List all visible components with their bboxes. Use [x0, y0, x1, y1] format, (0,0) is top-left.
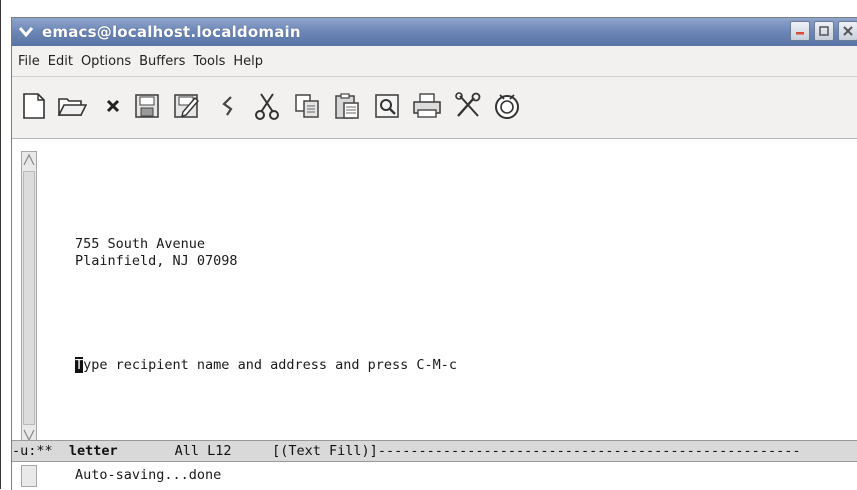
- maximize-button[interactable]: [814, 21, 834, 41]
- mode-line: -u:** letter All L12 [(Text Fill)]------…: [12, 440, 857, 462]
- text-line: ype recipient name and address and press…: [83, 357, 458, 373]
- print-icon: [413, 93, 441, 118]
- modeline-gap: [118, 443, 175, 459]
- close-buffer-icon: [106, 99, 120, 113]
- minibuffer[interactable]: Auto-saving...done: [12, 463, 857, 490]
- save-as-icon: [174, 94, 199, 118]
- print-button[interactable]: [412, 91, 442, 121]
- close-button[interactable]: [838, 21, 857, 41]
- new-file-button[interactable]: [19, 91, 49, 121]
- text-cursor: T: [75, 357, 84, 373]
- copy-icon: [295, 94, 319, 118]
- buffer-name: letter: [68, 443, 118, 459]
- window-controls: [790, 21, 857, 41]
- modeline-prefix: -u:**: [12, 443, 69, 459]
- paste-icon: [335, 93, 359, 119]
- minibuffer-scrollbar[interactable]: [21, 465, 37, 487]
- info-button[interactable]: [492, 91, 522, 121]
- modeline-gap: [232, 443, 273, 459]
- chevron-down-icon: [18, 27, 34, 38]
- title-bar[interactable]: emacs@localhost.localdomain: [12, 18, 857, 46]
- window-title: emacs@localhost.localdomain: [42, 23, 301, 41]
- minimize-button[interactable]: [790, 21, 810, 41]
- text-line: Plainfield, NJ 07098: [75, 253, 238, 269]
- buffer-position: All L12: [174, 443, 232, 459]
- menu-file[interactable]: File: [12, 54, 44, 69]
- menu-edit[interactable]: Edit: [44, 54, 77, 69]
- menu-options[interactable]: Options: [77, 54, 135, 69]
- scroll-up-icon[interactable]: [23, 153, 35, 167]
- cut-button[interactable]: [252, 91, 282, 121]
- undo-button[interactable]: [214, 91, 244, 121]
- undo-icon: [222, 96, 233, 116]
- emacs-window: emacs@localhost.localdomain File Edit Op…: [11, 17, 857, 490]
- search-icon: [375, 94, 399, 118]
- menu-buffers[interactable]: Buffers: [135, 54, 189, 69]
- close-buffer-button[interactable]: [98, 91, 128, 121]
- tool-bar: [12, 77, 857, 139]
- major-mode[interactable]: [(Text Fill)]: [272, 443, 378, 459]
- text-line-with-cursor: Type recipient name and address and pres…: [75, 357, 457, 373]
- window-menu-button[interactable]: [17, 23, 35, 41]
- save-icon: [135, 94, 159, 118]
- text-line: 755 South Avenue: [75, 236, 206, 252]
- menu-tools[interactable]: Tools: [189, 54, 229, 69]
- echo-area-message: Auto-saving...done: [75, 467, 222, 483]
- save-as-button[interactable]: [172, 91, 202, 121]
- new-file-icon: [23, 93, 45, 119]
- menu-bar: File Edit Options Buffers Tools Help: [12, 46, 857, 77]
- page-edge-rule: [0, 0, 1, 489]
- open-folder-icon: [57, 98, 87, 116]
- preferences-button[interactable]: [454, 91, 484, 121]
- cut-icon: [255, 93, 279, 120]
- modeline-fill: ----------------------------------------…: [377, 443, 801, 459]
- info-icon: [495, 94, 519, 119]
- minimize-icon: [796, 32, 804, 35]
- maximize-icon: [819, 26, 829, 36]
- editor-area[interactable]: 755 South Avenue Plainfield, NJ 07098 Ty…: [12, 139, 857, 444]
- preferences-icon: [455, 92, 481, 117]
- vertical-scrollbar[interactable]: [21, 151, 37, 444]
- scrollbar-thumb[interactable]: [23, 171, 35, 425]
- menu-help[interactable]: Help: [229, 54, 267, 69]
- buffer-text[interactable]: 755 South Avenue Plainfield, NJ 07098 Ty…: [75, 139, 855, 440]
- close-icon: [843, 26, 853, 36]
- open-file-button[interactable]: [57, 91, 87, 121]
- save-button[interactable]: [132, 91, 162, 121]
- paste-button[interactable]: [332, 91, 362, 121]
- search-button[interactable]: [372, 91, 402, 121]
- copy-button[interactable]: [292, 91, 322, 121]
